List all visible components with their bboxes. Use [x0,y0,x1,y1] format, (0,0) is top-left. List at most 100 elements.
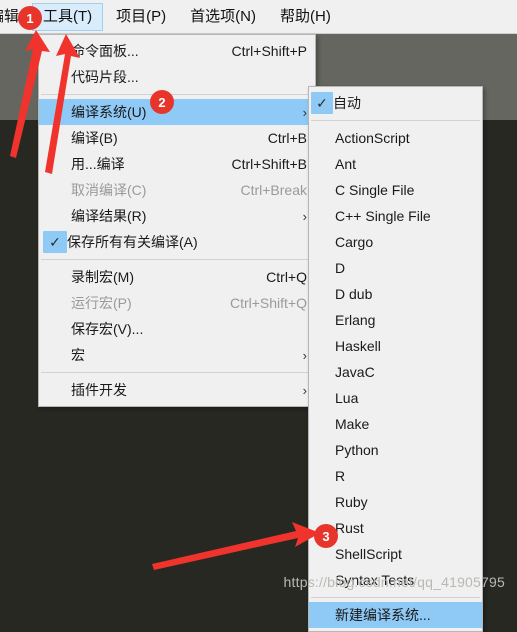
build-system-item-3[interactable]: ActionScript [309,125,482,151]
build-system-item-label: Ruby [335,494,368,510]
build-system-item-19[interactable]: ShellScript [309,541,482,567]
menu-item-gutter [39,177,71,203]
build-system-item-label: Cargo [335,234,374,250]
tools-menu-item-shortcut: Ctrl+Shift+B [231,156,307,172]
build-system-separator [311,120,480,121]
build-system-item-11[interactable]: Haskell [309,333,482,359]
tools-menu-item-label: 命令面板... [71,43,139,59]
build-system-item-label: Erlang [335,312,376,328]
tools-menu-item-label: 录制宏(M) [71,269,134,285]
menu-item-gutter [309,255,335,281]
build-system-item-label: Lua [335,390,359,406]
annotation-badge-1-number: 1 [26,10,34,26]
tools-menu-item-label: 宏 [71,347,85,363]
menu-item-gutter [309,359,335,385]
chevron-right-icon: › [302,208,307,224]
tools-menu-item-7: 取消编译(C) Ctrl+Break [39,177,315,203]
build-system-item-1[interactable]: ✓ 自动 [309,90,482,116]
menu-item-gutter [309,125,335,151]
tools-menu-item-label: 插件开发 [71,382,127,398]
watermark-url: https://blog.csdn.net/qq_41905795 [283,574,505,590]
build-system-item-label: Python [335,442,379,458]
build-system-item-label: 新建编译系统... [335,607,431,623]
tools-menu-item-label: 编译(B) [71,130,118,146]
menu-item-gutter [309,602,335,628]
build-system-item-16[interactable]: R [309,463,482,489]
build-system-item-17[interactable]: Ruby [309,489,482,515]
build-system-item-6[interactable]: C++ Single File [309,203,482,229]
tools-menu-item-label: 编译结果(R) [71,208,147,224]
menu-item-gutter [309,229,335,255]
tools-menu-separator [41,94,313,95]
tools-menu-item-6[interactable]: 用...编译 Ctrl+Shift+B [39,151,315,177]
tools-menu-item-9[interactable]: ✓ 保存所有有关编译(A) [39,229,315,255]
tools-menu-item-label: 代码片段... [71,69,139,85]
build-system-item-5[interactable]: C Single File [309,177,482,203]
menu-item-gutter [39,290,71,316]
build-system-item-15[interactable]: Python [309,437,482,463]
menu-item-gutter [39,38,71,64]
tools-menu-item-5[interactable]: 编译(B) Ctrl+B [39,125,315,151]
build-system-item-8[interactable]: D [309,255,482,281]
tools-menu-item-2[interactable]: 代码片段... [39,64,315,90]
build-system-item-label: C++ Single File [335,208,431,224]
build-system-item-14[interactable]: Make [309,411,482,437]
build-system-item-label: R [335,468,346,484]
check-glyph: ✓ [49,234,61,250]
build-system-item-label: ActionScript [335,130,410,146]
chevron-right-icon: › [302,347,307,363]
check-icon: ✓ [311,92,333,114]
menu-item-gutter [309,307,335,333]
tools-menu-item-11[interactable]: 录制宏(M) Ctrl+Q [39,264,315,290]
tools-menu-item-1[interactable]: 命令面板... Ctrl+Shift+P [39,38,315,64]
menu-item-gutter [39,342,71,368]
build-system-item-12[interactable]: JavaC [309,359,482,385]
build-system-submenu: ✓ 自动 ActionScript Ant C Single File C++ Singl… [308,86,483,632]
chevron-right-icon: › [302,104,307,120]
menu-item-gutter [39,151,71,177]
menu-item-gutter [39,264,71,290]
tools-menu-item-label: 保存宏(V)... [71,321,144,337]
build-system-item-4[interactable]: Ant [309,151,482,177]
build-system-item-label: JavaC [335,364,375,380]
tools-menu-item-label: 运行宏(P) [71,295,132,311]
tools-menu-item-12: 运行宏(P) Ctrl+Shift+Q [39,290,315,316]
tools-menu-item-shortcut: Ctrl+Shift+P [231,43,307,59]
tools-menu-item-14[interactable]: 宏 › [39,342,315,368]
tools-menu-item-4[interactable]: 编译系统(U) › [39,99,315,125]
menu-item-gutter [39,125,71,151]
tools-menu-item-13[interactable]: 保存宏(V)... [39,316,315,342]
menu-item-gutter [39,64,71,90]
build-system-item-10[interactable]: Erlang [309,307,482,333]
menubar-item-2[interactable]: 工具(T) [32,2,104,31]
tools-menu-item-shortcut: Ctrl+Break [240,182,307,198]
annotation-badge-2: 2 [150,90,174,114]
build-system-item-label: Haskell [335,338,381,354]
menu-item-gutter [39,316,71,342]
annotation-badge-3: 3 [314,524,338,548]
menubar-item-5[interactable]: 帮助(H) [269,3,342,31]
build-system-item-13[interactable]: Lua [309,385,482,411]
menu-item-gutter [309,437,335,463]
tools-menu-separator [41,372,313,373]
menu-item-gutter [39,99,71,125]
build-system-item-9[interactable]: D dub [309,281,482,307]
build-system-item-label: 自动 [333,95,361,111]
annotation-badge-2-number: 2 [158,94,166,110]
tools-dropdown-menu: 命令面板... Ctrl+Shift+P 代码片段... 编译系统(U) › 编译(B) C… [38,34,316,407]
menu-item-gutter [309,489,335,515]
menu-item-gutter [309,281,335,307]
tools-menu-item-16[interactable]: 插件开发 › [39,377,315,403]
build-system-item-7[interactable]: Cargo [309,229,482,255]
check-glyph: ✓ [316,95,328,111]
build-system-item-label: D [335,260,346,276]
build-system-item-22[interactable]: 新建编译系统... [309,602,482,628]
build-system-separator [311,597,480,598]
menu-item-gutter [39,203,71,229]
tools-menu-item-8[interactable]: 编译结果(R) › [39,203,315,229]
menubar-item-4[interactable]: 首选项(N) [179,3,267,31]
menubar-item-3[interactable]: 项目(P) [105,3,177,31]
menu-item-gutter [309,333,335,359]
check-icon: ✓ [43,231,67,253]
tools-menu-separator [41,259,313,260]
